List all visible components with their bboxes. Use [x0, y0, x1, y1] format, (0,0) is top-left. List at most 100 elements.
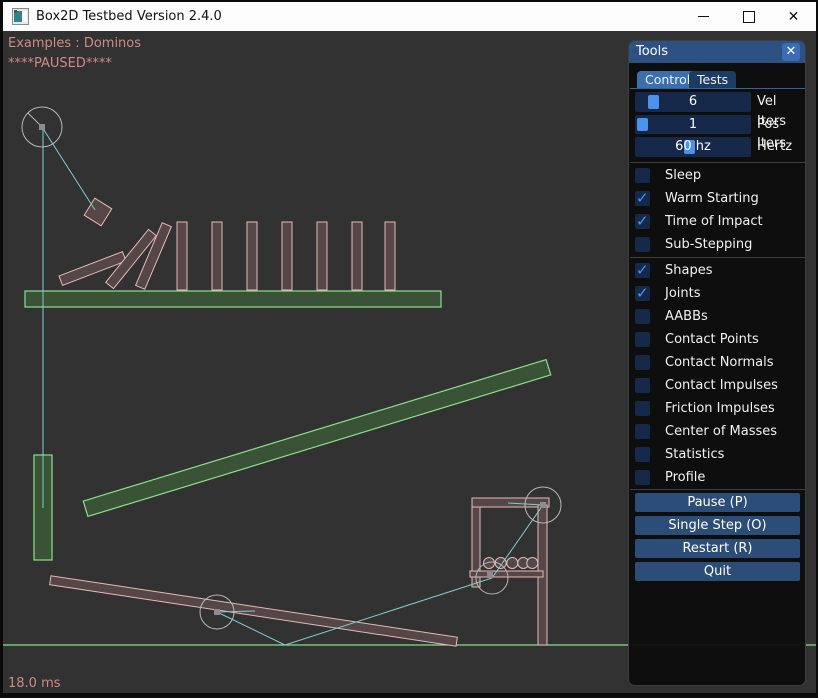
checkbox-label: Contact Normals [665, 355, 774, 371]
checkbox-box[interactable]: ✓ [635, 309, 650, 324]
domino[interactable] [352, 222, 362, 290]
domino[interactable] [177, 222, 187, 290]
checkbox-label: Sub-Stepping [665, 237, 752, 253]
checkbox-profile[interactable]: ✓ Profile [635, 470, 803, 485]
domino[interactable] [385, 222, 395, 290]
checkbox-label: Shapes [665, 263, 712, 279]
cradle-frame [470, 498, 549, 645]
close-icon: ✕ [788, 10, 800, 24]
checkbox-box[interactable]: ✓ [635, 447, 650, 462]
checkbox-box[interactable]: ✓ [635, 378, 650, 393]
hertz-slider[interactable]: 60 hz [635, 137, 751, 157]
checkbox-box[interactable]: ✓ [635, 214, 650, 229]
separator [630, 489, 805, 490]
single-step-button[interactable]: Single Step (O) [635, 516, 800, 535]
upright-dominos[interactable] [177, 222, 395, 290]
fallen-dominos[interactable] [59, 223, 171, 290]
pendulum-joint-line [42, 127, 95, 210]
checkbox-friction-impulses[interactable]: ✓ Friction Impulses [635, 401, 803, 416]
pos-iters-label: Pos Iters [757, 115, 805, 135]
slider-value: 1 [635, 115, 751, 135]
domino[interactable] [282, 222, 292, 290]
checkbox-contact-points[interactable]: ✓ Contact Points [635, 332, 803, 347]
domino[interactable] [136, 223, 172, 290]
checkbox-contact-impulses[interactable]: ✓ Contact Impulses [635, 378, 803, 393]
frame-top-bar [472, 498, 549, 507]
screen: Box2D Testbed Version 2.4.0 ✕ [0, 0, 818, 698]
vel-iters-slider[interactable]: 6 [635, 92, 751, 112]
hertz-label: Hertz [757, 137, 792, 157]
checkbox-statistics[interactable]: ✓ Statistics [635, 447, 803, 462]
check-icon: ✓ [636, 284, 649, 302]
checkbox-label: Contact Impulses [665, 378, 778, 394]
domino[interactable] [317, 222, 327, 290]
domino-platform [25, 291, 441, 307]
frame-time-label: 18.0 ms [8, 676, 61, 691]
window-title: Box2D Testbed Version 2.4.0 [36, 2, 222, 31]
checkbox-contact-normals[interactable]: ✓ Contact Normals [635, 355, 803, 370]
checkbox-label: Time of Impact [665, 214, 763, 230]
checkbox-label: Sleep [665, 168, 701, 184]
checkbox-shapes[interactable]: ✓ Shapes [635, 263, 803, 278]
anchor-square [214, 609, 220, 615]
pos-iters-slider[interactable]: 1 [635, 115, 751, 135]
restart-button[interactable]: Restart (R) [635, 539, 800, 558]
tools-panel: Tools ✕ Controls Tests 6 Vel Iters 1 Pos… [628, 40, 806, 686]
checkbox-aabbs[interactable]: ✓ AABBs [635, 309, 803, 324]
checkbox-sub-stepping[interactable]: ✓ Sub-Stepping [635, 237, 803, 252]
checkbox-label: Statistics [665, 447, 724, 463]
ramp-plank [83, 360, 551, 517]
pendulum-box[interactable] [84, 198, 112, 226]
checkbox-label: Warm Starting [665, 191, 759, 207]
checkbox-box[interactable]: ✓ [635, 263, 650, 278]
checkbox-box[interactable]: ✓ [635, 286, 650, 301]
checkbox-warm-starting[interactable]: ✓ Warm Starting [635, 191, 803, 206]
checkbox-time-of-impact[interactable]: ✓ Time of Impact [635, 214, 803, 229]
app-icon [12, 8, 29, 25]
checkbox-sleep[interactable]: ✓ Sleep [635, 168, 803, 183]
domino[interactable] [212, 222, 222, 290]
tab-underline [630, 88, 805, 89]
checkbox-label: Profile [665, 470, 705, 486]
minimize-button[interactable] [681, 2, 726, 31]
checkbox-box[interactable]: ✓ [635, 470, 650, 485]
slider-value: 60 hz [635, 137, 751, 157]
checkbox-box[interactable]: ✓ [635, 401, 650, 416]
close-button[interactable]: ✕ [771, 2, 816, 31]
ball[interactable] [507, 558, 518, 569]
check-icon: ✓ [636, 261, 649, 279]
anchor-square [540, 502, 546, 508]
quit-button[interactable]: Quit [635, 562, 800, 581]
checkbox-label: Joints [665, 286, 701, 302]
separator [630, 257, 805, 258]
checkbox-box[interactable]: ✓ [635, 424, 650, 439]
anchor-square [487, 572, 493, 578]
slider-value: 6 [635, 92, 751, 112]
checkbox-joints[interactable]: ✓ Joints [635, 286, 803, 301]
checkbox-box[interactable]: ✓ [635, 332, 650, 347]
title-bar: Box2D Testbed Version 2.4.0 ✕ [3, 2, 816, 31]
checkbox-box[interactable]: ✓ [635, 237, 650, 252]
anchor-square [39, 124, 45, 130]
checkbox-center-of-masses[interactable]: ✓ Center of Masses [635, 424, 803, 439]
checkbox-label: Contact Points [665, 332, 759, 348]
checkbox-box[interactable]: ✓ [635, 355, 650, 370]
pause-button[interactable]: Pause (P) [635, 493, 800, 512]
maximize-icon [743, 11, 755, 23]
tools-close-icon[interactable]: ✕ [782, 43, 800, 61]
checkbox-label: Friction Impulses [665, 401, 775, 417]
paused-label: ****PAUSED**** [8, 56, 112, 71]
app-window: Box2D Testbed Version 2.4.0 ✕ [3, 2, 816, 693]
maximize-button[interactable] [726, 2, 771, 31]
tab-tests[interactable]: Tests [689, 71, 736, 88]
checkbox-label: AABBs [665, 309, 708, 325]
checkbox-box[interactable]: ✓ [635, 191, 650, 206]
check-icon: ✓ [636, 212, 649, 230]
cradle-balls[interactable] [484, 558, 538, 569]
check-icon: ✓ [636, 189, 649, 207]
domino[interactable] [247, 222, 257, 290]
tools-panel-titlebar[interactable]: Tools ✕ [629, 41, 805, 63]
tools-panel-title: Tools [636, 41, 668, 63]
checkbox-box[interactable]: ✓ [635, 168, 650, 183]
ball[interactable] [527, 558, 538, 569]
